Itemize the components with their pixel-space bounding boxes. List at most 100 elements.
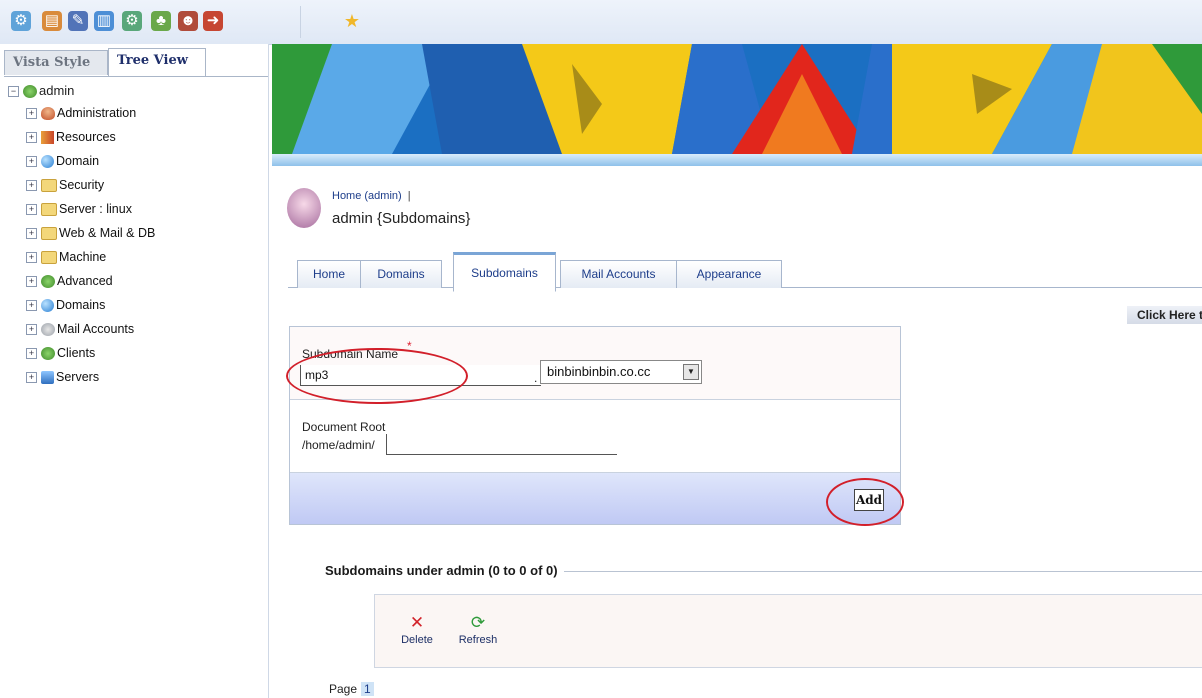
tree-item-label: Server : linux (59, 202, 132, 216)
tree-item-label: Mail Accounts (57, 322, 135, 336)
tree-item-resources[interactable]: + Resources (26, 128, 116, 146)
tree-item-label: Advanced (57, 274, 113, 288)
refresh-action[interactable]: ⟳ Refresh (455, 612, 501, 646)
annotation-oval-subdomain (286, 348, 468, 404)
domain-select-value: binbinbinbin.co.cc (547, 364, 651, 379)
gear-icon (41, 275, 55, 289)
tree-item-security[interactable]: + Security (26, 176, 104, 194)
document-root-input[interactable] (386, 434, 617, 455)
tree-item-server-linux[interactable]: + Server : linux (26, 200, 132, 218)
gear-icon (23, 85, 37, 99)
tree-item-mail-accounts[interactable]: + Mail Accounts (26, 320, 134, 338)
banner-strip (272, 154, 1202, 166)
refresh-icon[interactable]: ⟳ (455, 612, 501, 634)
expand-icon[interactable]: + (26, 276, 37, 288)
user-icon[interactable]: ☻ (178, 11, 198, 31)
expand-icon[interactable]: + (26, 324, 37, 336)
delete-icon[interactable]: ✕ (397, 612, 437, 634)
page-number-current[interactable]: 1 (361, 682, 374, 696)
delete-label: Delete (401, 634, 433, 646)
tab-subdomains[interactable]: Subdomains (453, 252, 556, 292)
tab-tree-view[interactable]: Tree View (108, 48, 206, 77)
tree-item-clients[interactable]: + Clients (26, 344, 95, 362)
breadcrumb: Home (admin) | (332, 190, 411, 202)
document-root-row: Document Root /home/admin/ (290, 400, 900, 473)
tree-item-label: Resources (56, 130, 116, 144)
globe-icon (41, 155, 54, 169)
book-icon (41, 131, 54, 145)
expand-icon[interactable]: + (26, 252, 37, 264)
tree-item-label: Domain (56, 154, 100, 168)
tree-item-servers[interactable]: + Servers (26, 368, 99, 386)
tree-item-advanced[interactable]: + Advanced (26, 272, 113, 290)
header-banner (272, 44, 1202, 154)
annotation-oval-add (826, 478, 904, 526)
tools-icon[interactable]: ✎ (68, 11, 88, 31)
collapse-icon[interactable]: − (8, 86, 19, 98)
tree-item-label: Machine (59, 250, 107, 264)
domain-select[interactable]: binbinbinbin.co.cc ▼ (540, 360, 702, 384)
book-icon[interactable]: ▤ (42, 11, 62, 31)
tree-item-label: Web & Mail & DB (59, 226, 156, 240)
document-root-label: Document Root (302, 420, 386, 434)
expand-icon[interactable]: + (26, 228, 37, 240)
expand-icon[interactable]: + (26, 132, 37, 144)
tree-item-label: Administration (57, 106, 137, 120)
star-icon[interactable]: ★ (342, 11, 362, 31)
folder-icon (41, 251, 57, 265)
user-avatar (287, 188, 321, 228)
folder-icon (41, 179, 57, 193)
click-here-link[interactable]: Click Here to (1127, 306, 1202, 324)
expand-icon[interactable]: + (26, 300, 37, 312)
folder-icon (41, 227, 57, 241)
page-title: admin {Subdomains} (332, 210, 471, 227)
expand-icon[interactable]: + (26, 204, 37, 216)
delete-action[interactable]: ✕ Delete (397, 612, 437, 646)
tab-domains[interactable]: Domains (360, 260, 442, 288)
sidebar: Vista Style Tree View − admin + Administra… (0, 44, 269, 698)
expand-icon[interactable]: + (26, 108, 37, 120)
tab-mail-accounts[interactable]: Mail Accounts (560, 260, 677, 288)
expand-icon[interactable]: + (26, 180, 37, 192)
domain-dot: . (534, 371, 538, 385)
gear-icon[interactable]: ⚙ (122, 11, 142, 31)
tab-vista-style[interactable]: Vista Style (4, 50, 108, 75)
tree-item-domains[interactable]: + Domains (26, 296, 105, 314)
form-footer: Add (290, 473, 900, 524)
tree-item-administration[interactable]: + Administration (26, 104, 136, 122)
tree-item-label: Domains (56, 298, 106, 312)
grey-icon (41, 323, 55, 337)
breadcrumb-separator: | (407, 190, 411, 202)
breadcrumb-home-link[interactable]: Home (admin) (332, 190, 402, 202)
tab-appearance[interactable]: Appearance (676, 260, 782, 288)
page-label: Page (329, 682, 358, 696)
refresh-label: Refresh (458, 634, 498, 646)
tree-item-machine[interactable]: + Machine (26, 248, 106, 266)
tab-home[interactable]: Home (297, 260, 361, 288)
tree-item-label: Clients (57, 346, 96, 360)
tree-item-web-mail-db[interactable]: + Web & Mail & DB (26, 224, 155, 242)
people-icon (41, 107, 55, 121)
expand-icon[interactable]: + (26, 372, 37, 384)
tree-item-label: Servers (56, 370, 100, 384)
tree-root-label: admin (39, 83, 75, 98)
document-root-prefix: /home/admin/ (302, 438, 375, 452)
sidebar-tab-divider (4, 76, 268, 77)
list-actions-box: ✕ Delete ⟳ Refresh (374, 594, 1202, 668)
gear-icon[interactable]: ⚙ (11, 11, 31, 31)
tree-item-domain[interactable]: + Domain (26, 152, 99, 170)
top-toolbar: ⚙ ▤ ✎ ▥ ⚙ ♣ ☻ ➜ ★ (0, 0, 1202, 45)
expand-icon[interactable]: + (26, 348, 37, 360)
globe-icon (41, 299, 54, 313)
toolbar-separator (300, 6, 301, 38)
gear-icon (41, 347, 55, 361)
folder-icon (41, 203, 57, 217)
server-icon (41, 371, 54, 385)
tree-icon[interactable]: ♣ (151, 11, 171, 31)
tree-root-admin[interactable]: − admin (8, 82, 74, 100)
chevron-down-icon[interactable]: ▼ (683, 364, 699, 380)
subdomains-list-title: Subdomains under admin (0 to 0 of 0) (325, 563, 564, 578)
server-icon[interactable]: ▥ (94, 11, 114, 31)
exit-icon[interactable]: ➜ (203, 11, 223, 31)
expand-icon[interactable]: + (26, 156, 37, 168)
